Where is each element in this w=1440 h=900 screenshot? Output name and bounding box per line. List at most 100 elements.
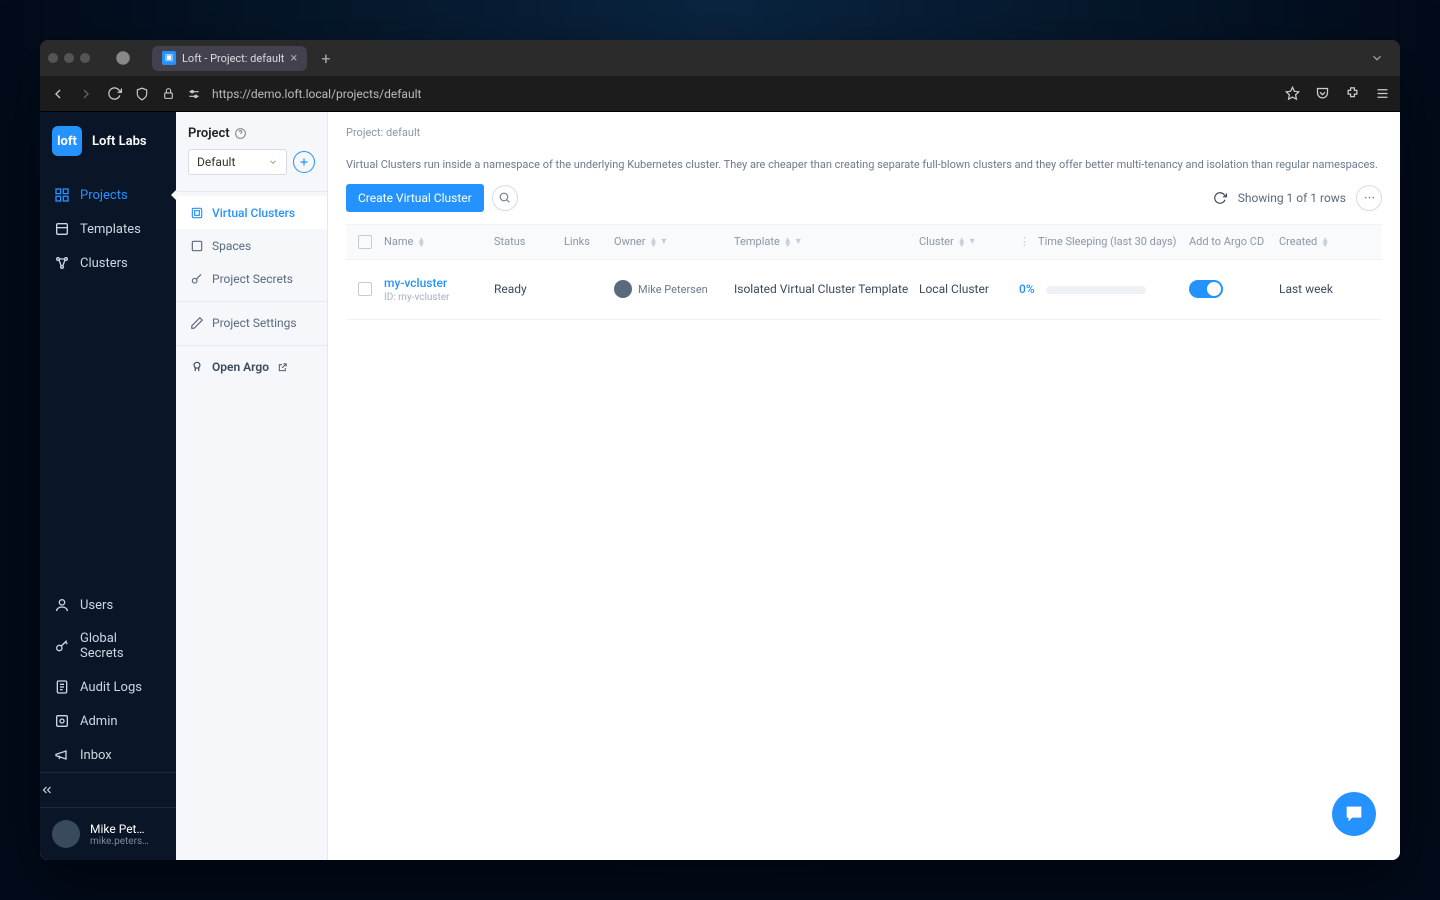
back-button[interactable] <box>50 86 66 102</box>
plus-icon <box>298 156 310 168</box>
add-project-button[interactable] <box>293 151 315 173</box>
vcluster-id: ID: my-vcluster <box>384 292 486 303</box>
secondary-sidebar: Project Default Virtual Clusters <box>176 112 328 860</box>
search-button[interactable] <box>492 185 518 211</box>
filter-icon[interactable]: ▾ <box>796 236 801 247</box>
window-controls <box>48 53 90 63</box>
main-content: Project: default Virtual Clusters run in… <box>328 112 1400 860</box>
collapse-sidebar-button[interactable] <box>40 772 176 807</box>
pocket-icon[interactable] <box>1314 86 1330 102</box>
argo-icon <box>190 360 204 374</box>
column-links: Links <box>560 235 610 248</box>
chat-icon <box>1343 803 1365 825</box>
brand: loft Loft Labs <box>40 112 176 170</box>
tab-close-icon[interactable]: × <box>290 51 297 66</box>
column-argo: Add to Argo CD <box>1185 235 1275 248</box>
filter-icon[interactable]: ▾ <box>661 236 666 247</box>
sidebar-item-label: Project Settings <box>212 316 297 330</box>
lock-icon[interactable] <box>160 86 176 102</box>
row-checkbox[interactable] <box>358 282 372 296</box>
brand-name: Loft Labs <box>92 134 147 149</box>
key-icon <box>54 638 70 654</box>
megaphone-icon <box>54 747 70 763</box>
sidebar-item-users[interactable]: Users <box>40 588 176 622</box>
cell-owner: Mike Petersen <box>610 280 730 298</box>
user-name: Mike Pet… <box>90 822 149 836</box>
column-template[interactable]: Template▲▼▾ <box>730 235 915 248</box>
table-header: Name▲▼ Status Links Owner▲▼▾ Template▲▼▾… <box>346 224 1382 260</box>
project-select[interactable]: Default <box>188 149 287 175</box>
audit-icon <box>54 679 70 695</box>
avatar <box>52 820 80 848</box>
firefox-icon <box>114 49 132 67</box>
row-count: Showing 1 of 1 rows <box>1238 191 1346 205</box>
menu-icon[interactable] <box>1374 86 1390 102</box>
sleep-bar <box>1046 286 1146 294</box>
column-cluster[interactable]: Cluster▲▼▾ <box>915 235 1015 248</box>
pencil-icon <box>190 316 204 330</box>
column-created[interactable]: Created▲▼ <box>1275 235 1375 248</box>
cell-argo <box>1185 280 1275 298</box>
forward-button[interactable] <box>78 86 94 102</box>
sidebar-item-inbox[interactable]: Inbox <box>40 738 176 772</box>
toolbar: Create Virtual Cluster Showing 1 of 1 ro… <box>328 184 1400 224</box>
vcluster-name-link[interactable]: my-vcluster <box>384 276 486 290</box>
url-text[interactable]: https://demo.loft.local/projects/default <box>212 87 421 101</box>
sidebar-item-global-secrets[interactable]: Global Secrets <box>40 622 176 670</box>
maximize-window-icon[interactable] <box>80 53 90 63</box>
table-row[interactable]: my-vcluster ID: my-vcluster Ready Mike P… <box>346 260 1382 320</box>
sidebar-item-project-secrets[interactable]: Project Secrets <box>176 262 327 295</box>
project-selected: Default <box>197 155 235 169</box>
settings-toggle-icon[interactable] <box>186 86 202 102</box>
project-header-text: Project <box>188 126 230 141</box>
extensions-icon[interactable] <box>1344 86 1360 102</box>
cell-template: Isolated Virtual Cluster Template <box>730 282 915 296</box>
bookmark-icon[interactable] <box>1284 86 1300 102</box>
new-tab-button[interactable]: + <box>321 49 330 68</box>
reload-button[interactable] <box>106 86 122 102</box>
sidebar-item-audit-logs[interactable]: Audit Logs <box>40 670 176 704</box>
filter-icon[interactable]: ▾ <box>970 236 975 247</box>
sidebar-item-clusters[interactable]: Clusters <box>40 246 176 280</box>
sidebar-item-admin[interactable]: Admin <box>40 704 176 738</box>
column-owner[interactable]: Owner▲▼▾ <box>610 235 730 248</box>
sidebar-item-templates[interactable]: Templates <box>40 212 176 246</box>
sidebar-item-label: Global Secrets <box>80 631 162 661</box>
sidebar-item-label: Admin <box>80 714 118 729</box>
current-user[interactable]: Mike Pet… mike.peters… <box>40 807 176 860</box>
sidebar-item-project-settings[interactable]: Project Settings <box>176 306 327 339</box>
help-icon[interactable] <box>234 127 247 140</box>
cell-created: Last week <box>1275 282 1375 296</box>
column-sleep: ⋮Time Sleeping (last 30 days) <box>1015 235 1185 248</box>
projects-icon <box>54 187 70 203</box>
refresh-button[interactable] <box>1212 190 1228 206</box>
column-name[interactable]: Name▲▼ <box>380 235 490 248</box>
clusters-icon <box>54 255 70 271</box>
external-link-icon <box>277 362 288 373</box>
browser-tab[interactable]: ▣ Loft - Project: default × <box>152 46 307 71</box>
breadcrumb: Project: default <box>328 112 1400 143</box>
cell-status: Ready <box>490 282 560 296</box>
shield-icon[interactable] <box>134 86 150 102</box>
minimize-window-icon[interactable] <box>64 53 74 63</box>
sidebar-item-projects[interactable]: Projects <box>40 178 176 212</box>
owner-avatar <box>614 280 632 298</box>
chevron-down-icon <box>268 157 278 167</box>
chevron-left-double-icon <box>40 783 54 797</box>
chat-button[interactable] <box>1332 792 1376 836</box>
sidebar-item-spaces[interactable]: Spaces <box>176 229 327 262</box>
dots-icon <box>1363 191 1376 204</box>
tabs-dropdown-icon[interactable] <box>1370 51 1384 65</box>
close-window-icon[interactable] <box>48 53 58 63</box>
more-options-button[interactable] <box>1356 185 1382 211</box>
user-email: mike.peters… <box>90 836 149 847</box>
sidebar-item-label: Users <box>80 598 113 613</box>
cell-sleep: 0% <box>1015 282 1185 296</box>
sidebar-item-label: Open Argo <box>212 360 269 374</box>
create-virtual-cluster-button[interactable]: Create Virtual Cluster <box>346 184 484 212</box>
argo-toggle[interactable] <box>1189 280 1223 298</box>
column-status: Status <box>490 235 560 248</box>
sidebar-item-open-argo[interactable]: Open Argo <box>176 350 327 383</box>
sidebar-item-virtual-clusters[interactable]: Virtual Clusters <box>176 196 327 229</box>
select-all-checkbox[interactable] <box>358 235 372 249</box>
